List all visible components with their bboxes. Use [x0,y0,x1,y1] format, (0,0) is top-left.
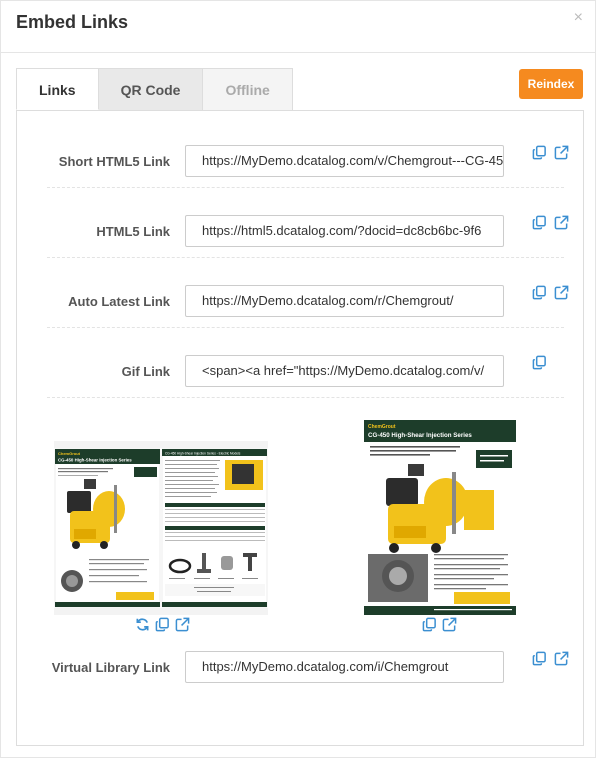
tab-offline: Offline [202,68,293,110]
gif-label: Gif Link [121,364,170,379]
html5-row: HTML5 Link https://html5.dcatalog.com/?d… [47,188,569,258]
auto-latest-row: Auto Latest Link https://MyDemo.dcatalog… [47,258,569,328]
auto-latest-label: Auto Latest Link [68,294,170,309]
external-link-icon[interactable] [554,145,569,160]
external-link-icon[interactable] [554,651,569,666]
virtual-library-label: Virtual Library Link [51,660,170,675]
tab-links[interactable]: Links [16,68,99,110]
copy-icon[interactable] [532,145,547,160]
cover-title-text: CG-450 High-Shear Injection Series [368,432,472,439]
spread-logo-text: ChemGrout [58,451,81,456]
external-link-icon[interactable] [554,215,569,230]
links-tab-panel: Short HTML5 Link https://MyDemo.dcatalog… [16,110,584,746]
copy-icon[interactable] [532,215,547,230]
virtual-library-row: Virtual Library Link https://MyDemo.dcat… [47,624,569,694]
spread-header-text: CG-450 High-Shear Injection Series - Ele… [165,452,241,456]
html5-label: HTML5 Link [96,224,170,239]
short-html5-row: Short HTML5 Link https://MyDemo.dcatalog… [47,118,569,188]
spread-gif-preview: ChemGrout CG-450 High-Shear Injection Se… [54,441,268,615]
tab-qr-code[interactable]: QR Code [97,68,204,110]
cover-preview: ChemGrout CG-450 High-Shear Injection Se… [364,420,516,615]
embed-links-modal: Embed Links × Links QR Code Offline Rein… [0,0,596,758]
copy-icon[interactable] [532,651,547,666]
short-html5-label: Short HTML5 Link [58,154,170,169]
close-button[interactable]: × [574,9,583,27]
modal-title: Embed Links [16,12,129,32]
spread-title-text: CG-450 High-Shear Injection Series [58,458,132,463]
html5-field[interactable]: https://html5.dcatalog.com/?docid=dc8cb6… [185,215,504,247]
copy-icon[interactable] [532,355,547,370]
copy-icon[interactable] [532,285,547,300]
gif-field[interactable]: <span><a href="https://MyDemo.dcatalog.c… [185,355,504,387]
reindex-button[interactable]: Reindex [519,69,583,99]
modal-header: Embed Links × [1,1,596,53]
auto-latest-field[interactable]: https://MyDemo.dcatalog.com/r/Chemgrout/ [185,285,504,317]
tab-bar: Links QR Code Offline [16,68,293,110]
short-html5-field[interactable]: https://MyDemo.dcatalog.com/v/Chemgrout-… [185,145,504,177]
external-link-icon[interactable] [554,285,569,300]
cover-logo-text: ChemGrout [368,424,396,430]
gif-row: Gif Link <span><a href="https://MyDemo.d… [47,328,564,398]
virtual-library-field[interactable]: https://MyDemo.dcatalog.com/i/Chemgrout [185,651,504,683]
